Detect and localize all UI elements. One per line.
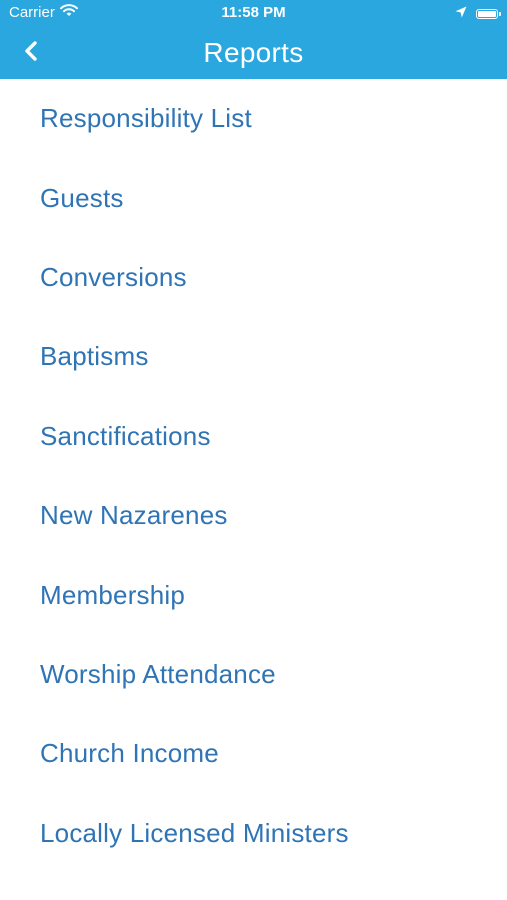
header: Carrier 11:58 PM Reports (0, 0, 507, 79)
report-item-conversions[interactable]: Conversions (0, 238, 507, 317)
report-item-locally-licensed-ministers[interactable]: Locally Licensed Ministers (0, 794, 507, 873)
page-title: Reports (203, 37, 304, 68)
report-item-guests[interactable]: Guests (0, 158, 507, 237)
status-bar: Carrier 11:58 PM (0, 0, 507, 28)
report-item-membership[interactable]: Membership (0, 555, 507, 634)
report-item-baptisms[interactable]: Baptisms (0, 317, 507, 396)
report-item-new-nazarenes[interactable]: New Nazarenes (0, 476, 507, 555)
battery-icon (476, 8, 501, 19)
report-item-worship-attendance[interactable]: Worship Attendance (0, 635, 507, 714)
location-arrow-icon (455, 5, 467, 22)
battery-tip (499, 11, 501, 16)
report-list: Responsibility List Guests Conversions B… (0, 79, 507, 873)
status-icons (455, 5, 501, 22)
battery-level (478, 10, 496, 17)
status-time: 11:58 PM (221, 4, 286, 21)
report-item-sanctifications[interactable]: Sanctifications (0, 397, 507, 476)
navigation-bar: Reports (0, 28, 507, 79)
report-item-responsibility-list[interactable]: Responsibility List (0, 79, 507, 158)
report-item-church-income[interactable]: Church Income (0, 714, 507, 793)
reports-screen: Carrier 11:58 PM Reports Responsibility … (0, 0, 507, 900)
